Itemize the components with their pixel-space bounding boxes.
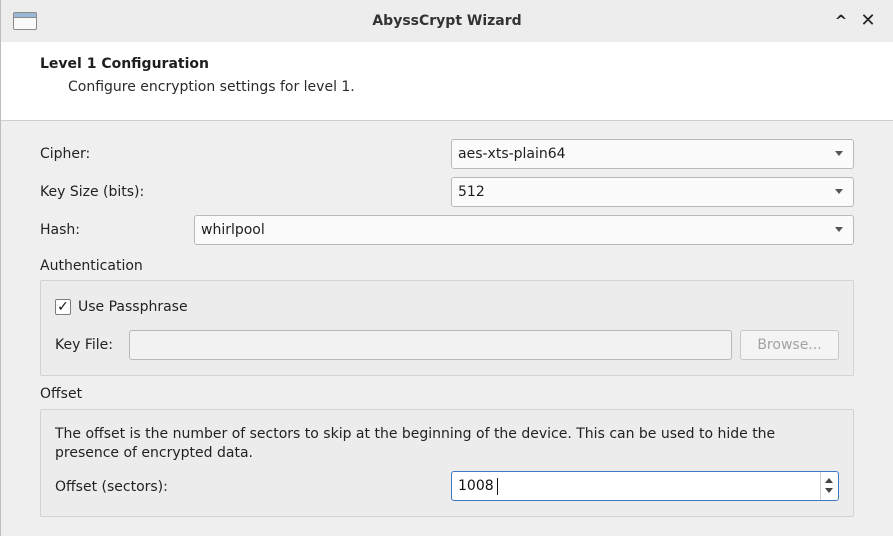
maximize-icon[interactable]: ^ [831, 10, 851, 32]
offset-group-title: Offset [40, 386, 83, 402]
cipher-select[interactable]: aes-xts-plain64 [451, 139, 854, 169]
spin-buttons[interactable] [820, 472, 838, 500]
chevron-down-icon [835, 227, 843, 232]
page-subtitle: Configure encryption settings for level … [68, 79, 355, 95]
use-passphrase-checkbox[interactable]: ✓ [55, 299, 71, 315]
offset-sectors-value: 1008 [458, 478, 494, 494]
title-bar[interactable]: AbyssCrypt Wizard ^ ✕ [1, 0, 893, 43]
window-title: AbyssCrypt Wizard [372, 13, 522, 29]
page-title: Level 1 Configuration [40, 56, 209, 72]
hash-value: whirlpool [201, 222, 265, 238]
text-caret [497, 478, 498, 495]
offset-description: The offset is the number of sectors to s… [55, 426, 776, 461]
key-size-label: Key Size (bits): [40, 184, 145, 200]
use-passphrase-label[interactable]: Use Passphrase [78, 299, 188, 315]
key-file-label: Key File: [55, 337, 113, 353]
spin-down-icon[interactable] [825, 488, 833, 493]
hash-label: Hash: [40, 222, 80, 238]
page-header: Level 1 Configuration Configure encrypti… [1, 42, 893, 121]
authentication-group-title: Authentication [40, 258, 143, 274]
wizard-window: AbyssCrypt Wizard ^ ✕ Level 1 Configurat… [0, 0, 893, 536]
key-size-value: 512 [458, 184, 485, 200]
hash-select[interactable]: whirlpool [194, 215, 854, 245]
chevron-down-icon [835, 189, 843, 194]
cipher-label: Cipher: [40, 146, 91, 162]
offset-sectors-spinbox[interactable]: 1008 [451, 471, 839, 501]
browse-button[interactable]: Browse... [740, 330, 839, 360]
chevron-down-icon [835, 151, 843, 156]
close-icon[interactable]: ✕ [858, 10, 878, 32]
spin-up-icon[interactable] [825, 478, 833, 483]
key-file-field[interactable] [129, 330, 732, 360]
offset-sectors-label: Offset (sectors): [55, 479, 168, 495]
authentication-group [40, 280, 854, 376]
cipher-value: aes-xts-plain64 [458, 146, 566, 162]
key-size-select[interactable]: 512 [451, 177, 854, 207]
